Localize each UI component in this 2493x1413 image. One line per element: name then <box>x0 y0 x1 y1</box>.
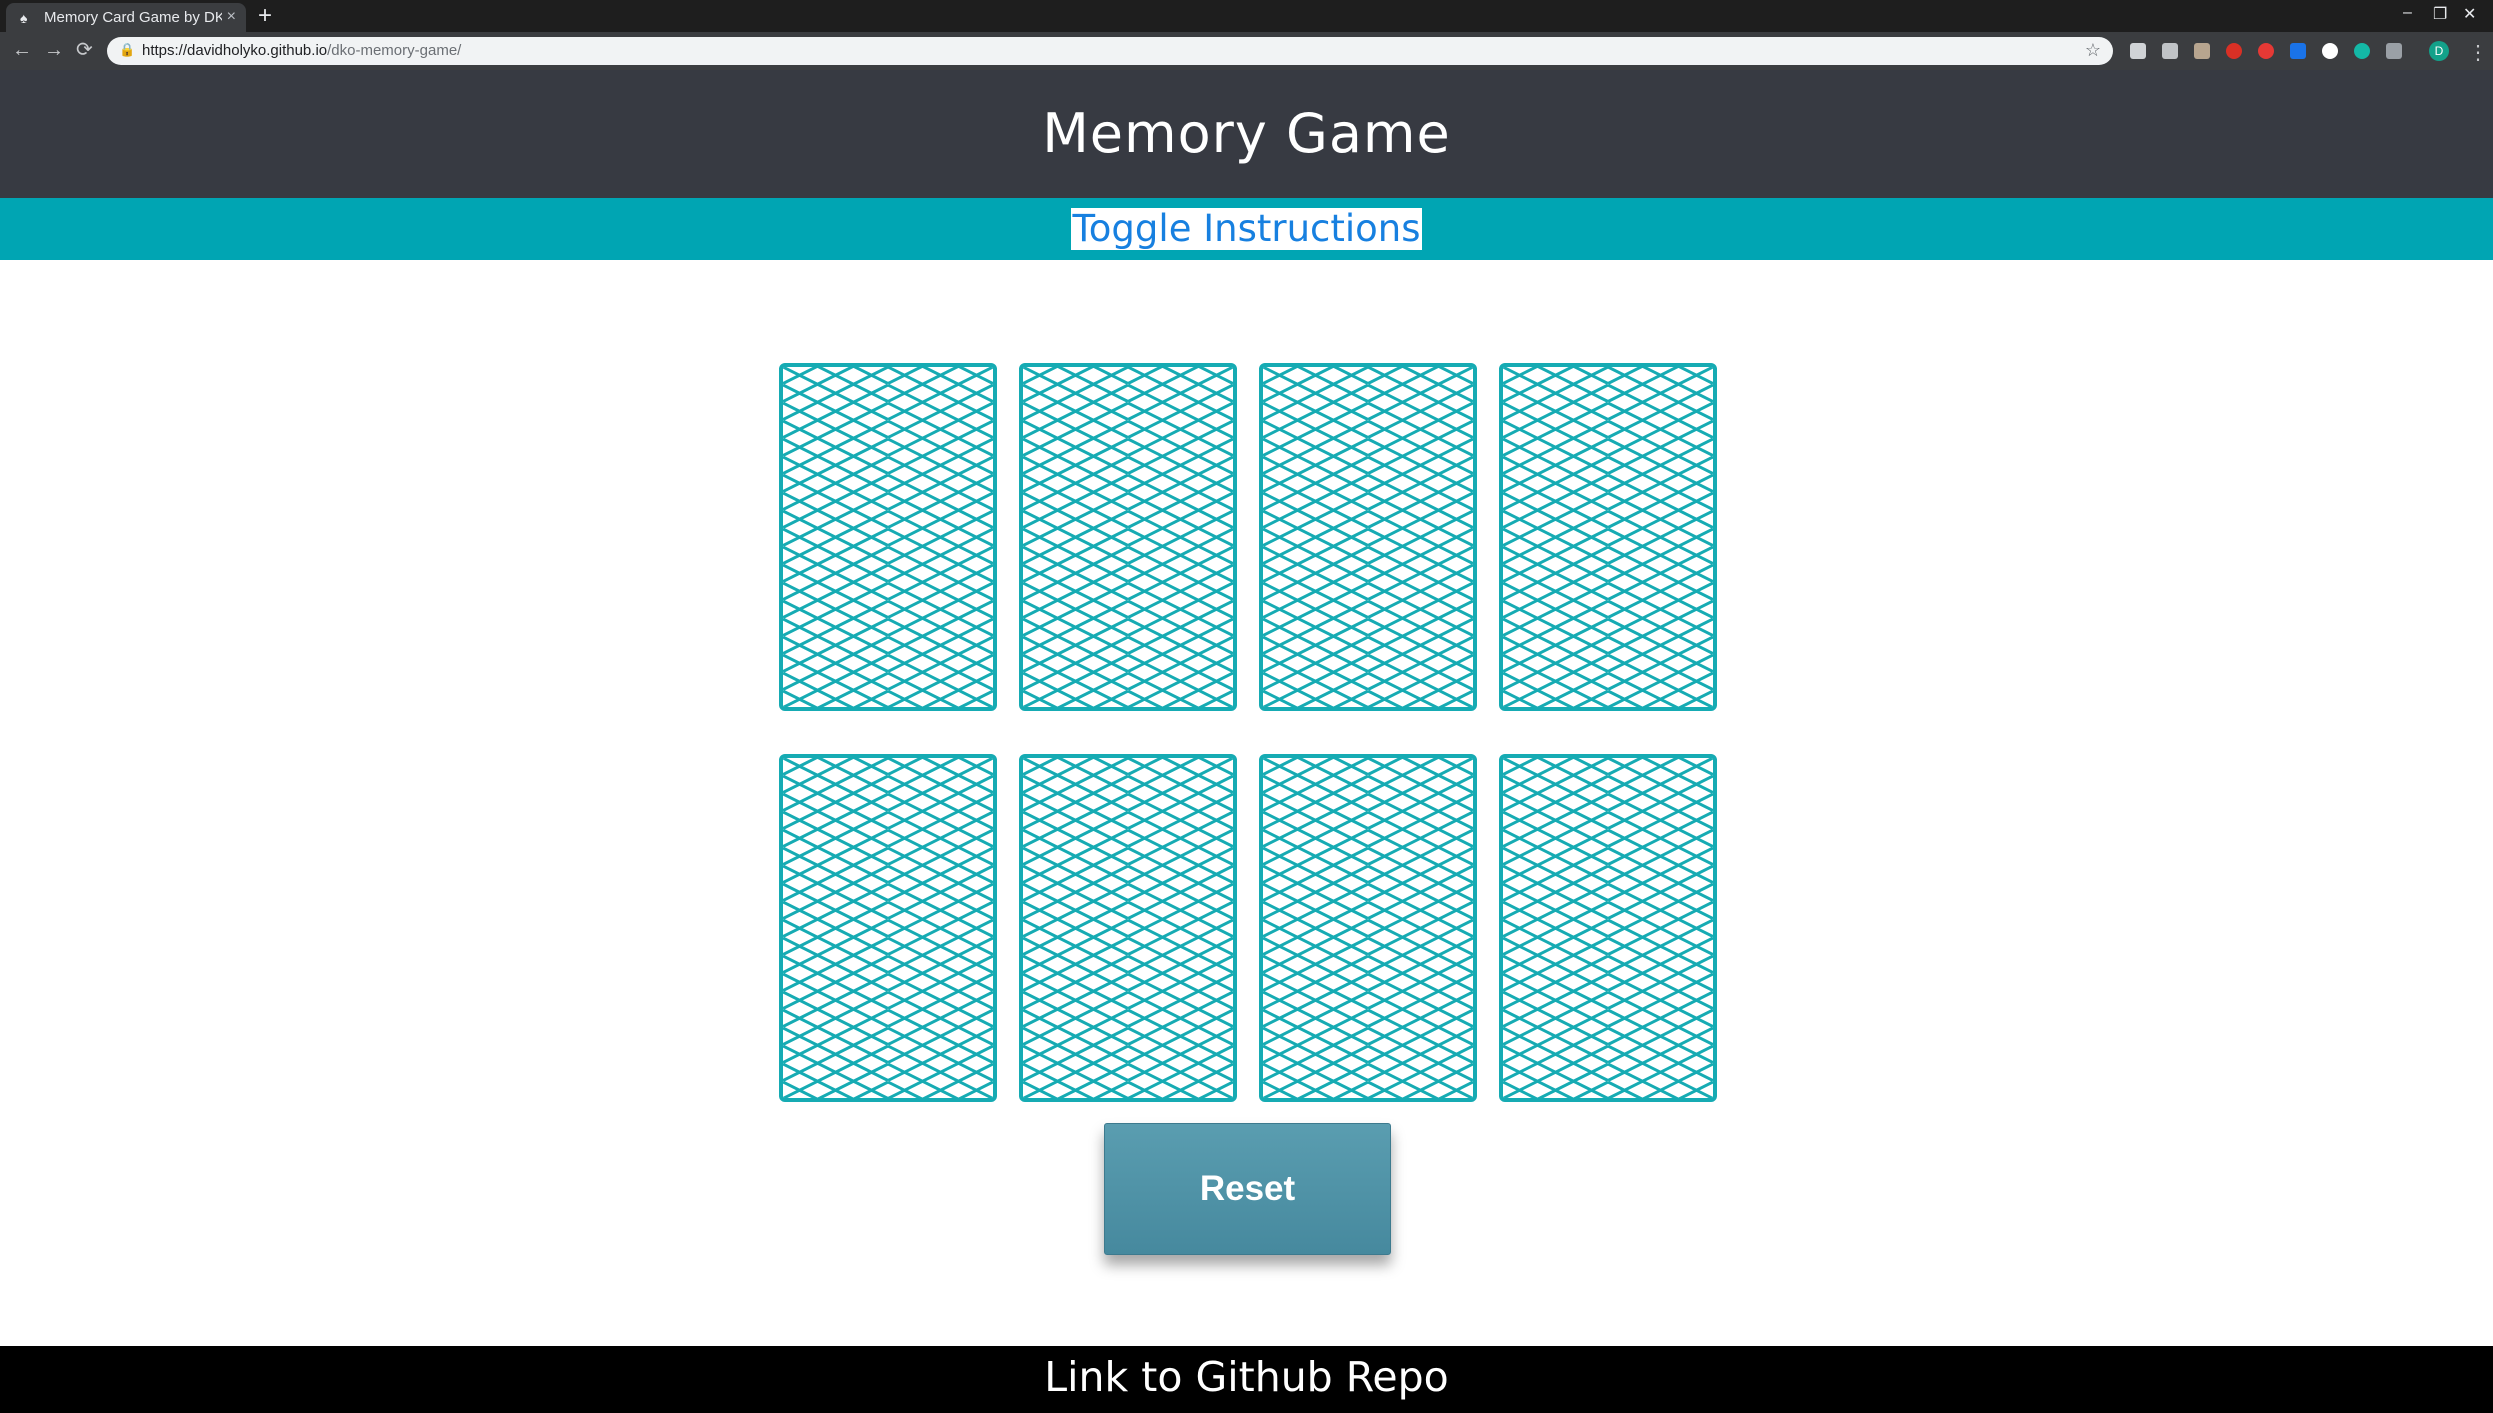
browser-tab[interactable]: ♠ Memory Card Game by DK × <box>6 3 246 32</box>
browser-menu-icon[interactable]: ⋮ <box>2468 40 2488 65</box>
card-back-pattern-icon <box>1023 758 1233 1098</box>
memory-card[interactable] <box>1019 363 1237 711</box>
extension-ublock-icon[interactable] <box>2226 43 2242 59</box>
page-title: Memory Game <box>1042 102 1451 165</box>
page-footer: Link to Github Repo <box>0 1346 2493 1413</box>
new-tab-button[interactable]: + <box>258 2 272 30</box>
address-bar[interactable]: 🔒 https://davidholyko.github.io/dko-memo… <box>107 37 2113 65</box>
extension-white-icon[interactable] <box>2322 43 2338 59</box>
github-repo-link[interactable]: Link to Github Repo <box>1044 1353 1448 1401</box>
forward-button[interactable]: → <box>44 38 64 62</box>
profile-avatar[interactable]: D <box>2429 41 2449 61</box>
extension-red-icon[interactable] <box>2258 43 2274 59</box>
back-button[interactable]: ← <box>12 38 32 62</box>
memory-card[interactable] <box>1499 754 1717 1102</box>
memory-card[interactable] <box>1499 363 1717 711</box>
memory-card[interactable] <box>1259 754 1477 1102</box>
spade-favicon-icon: ♠ <box>20 10 28 26</box>
extension-keyboard-icon[interactable] <box>2162 43 2178 59</box>
card-back-pattern-icon <box>1023 367 1233 707</box>
browser-tab-strip: ♠ Memory Card Game by DK × + – ❐ ✕ <box>0 0 2493 32</box>
lock-icon: 🔒 <box>119 42 136 57</box>
restore-window-button[interactable]: ❐ <box>2433 4 2447 24</box>
extension-pdf-icon[interactable] <box>2386 43 2402 59</box>
extension-m-icon[interactable] <box>2354 43 2370 59</box>
minimize-window-button[interactable]: – <box>2403 4 2412 22</box>
card-back-pattern-icon <box>783 758 993 1098</box>
memory-card[interactable] <box>1259 363 1477 711</box>
card-back-pattern-icon <box>1263 367 1473 707</box>
card-back-pattern-icon <box>1263 758 1473 1098</box>
memory-card[interactable] <box>1019 754 1237 1102</box>
browser-toolbar: ← → ⟳ 🔒 https://davidholyko.github.io/dk… <box>0 32 2493 70</box>
extension-dropbox-icon[interactable] <box>2290 43 2306 59</box>
card-back-pattern-icon <box>1503 367 1713 707</box>
tab-title: Memory Card Game by DK <box>44 9 222 26</box>
reset-button[interactable]: Reset <box>1104 1123 1391 1255</box>
card-back-pattern-icon <box>783 367 993 707</box>
memory-card[interactable] <box>779 754 997 1102</box>
memory-card[interactable] <box>779 363 997 711</box>
extension-puzzle-icon[interactable] <box>2194 43 2210 59</box>
page-header: Memory Game <box>0 70 2493 198</box>
close-window-button[interactable]: ✕ <box>2463 4 2476 24</box>
bookmark-star-icon[interactable]: ☆ <box>2085 40 2101 61</box>
card-back-pattern-icon <box>1503 758 1713 1098</box>
toggle-instructions-button[interactable]: Toggle Instructions <box>1071 208 1422 250</box>
url-text: https://davidholyko.github.io/dko-memory… <box>142 42 462 59</box>
extension-comment-icon[interactable] <box>2130 43 2146 59</box>
tab-close-icon[interactable]: × <box>227 8 236 26</box>
reload-button[interactable]: ⟳ <box>76 38 93 62</box>
